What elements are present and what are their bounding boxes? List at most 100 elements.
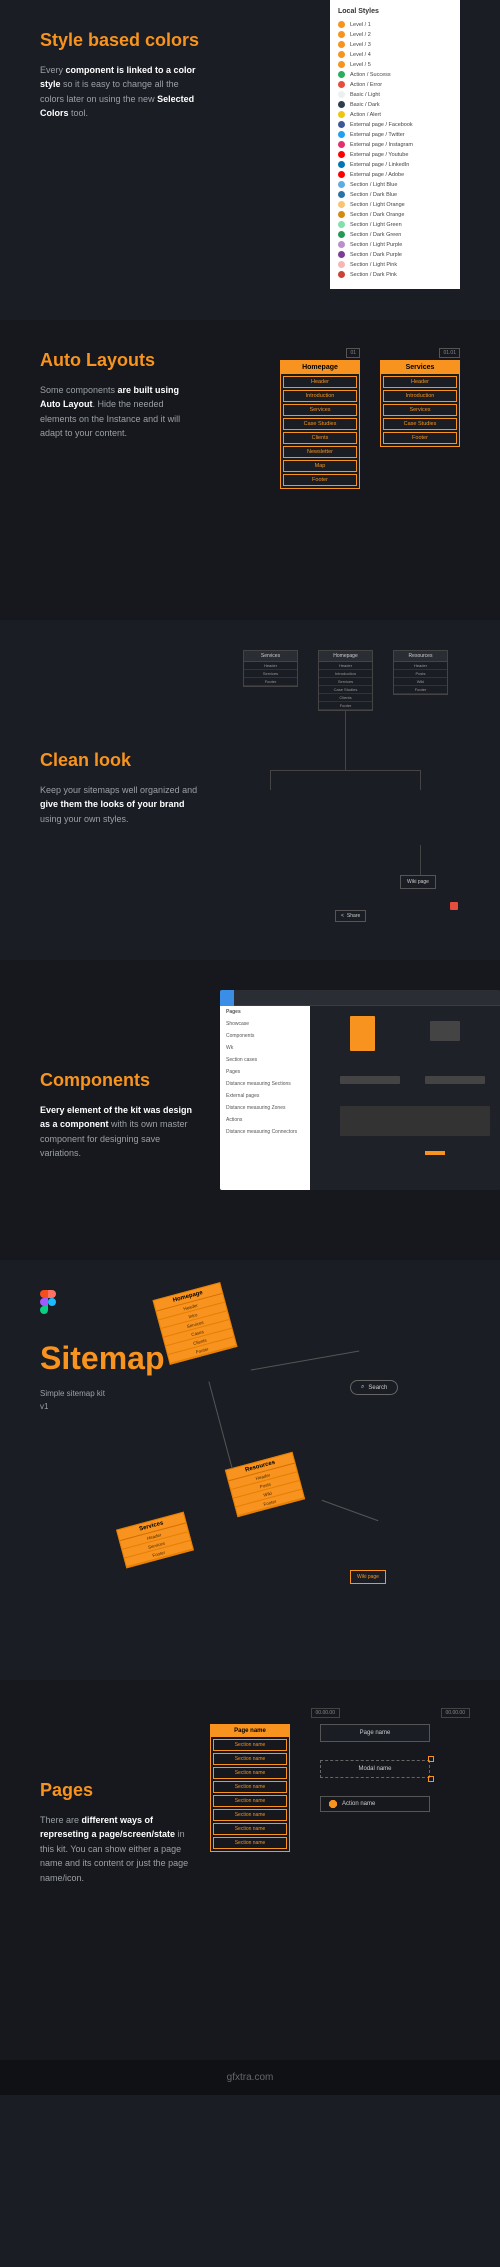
style-label: External page / LinkedIn xyxy=(350,162,409,168)
card-wrap-1: 01 Homepage HeaderIntroductionServicesCa… xyxy=(280,360,360,489)
sidebar-item[interactable]: Distance measuring Connectors xyxy=(220,1126,310,1138)
canvas-thumb xyxy=(430,1021,460,1041)
card-wrap-2: 01.01 Services HeaderIntroductionService… xyxy=(380,360,460,489)
resize-handle-icon[interactable] xyxy=(428,1776,434,1782)
time-badge: 00.00.00 xyxy=(441,1708,470,1718)
style-row[interactable]: Section / Dark Orange xyxy=(338,211,452,218)
figma-screenshot: Pages ShowcaseComponentsWkSection casesP… xyxy=(220,990,500,1190)
section-sitemap: Sitemap Simple sitemap kit v1 Homepage H… xyxy=(0,1260,500,1680)
card-row: Section name xyxy=(213,1781,287,1793)
sidebar-item[interactable]: Actions xyxy=(220,1114,310,1126)
color-swatch-icon xyxy=(338,31,345,38)
resize-handle-icon[interactable] xyxy=(428,1756,434,1762)
action-name-row: Action name xyxy=(320,1796,430,1812)
style-row[interactable]: Section / Dark Blue xyxy=(338,191,452,198)
error-badge-icon xyxy=(450,902,458,910)
card-row: Newsletter xyxy=(283,446,357,458)
sidebar-item[interactable]: Wk xyxy=(220,1042,310,1054)
style-row[interactable]: Section / Light Green xyxy=(338,221,452,228)
style-label: External page / Instagram xyxy=(350,142,413,148)
node-services: Services HeaderServicesFooter xyxy=(116,1512,194,1569)
color-swatch-icon xyxy=(338,251,345,258)
page-card: Page name Section nameSection nameSectio… xyxy=(210,1724,290,1852)
color-swatch-icon xyxy=(338,211,345,218)
auto-cards: 01 Homepage HeaderIntroductionServicesCa… xyxy=(280,360,460,489)
connector-line xyxy=(270,770,271,790)
connector-line xyxy=(420,770,421,790)
style-row[interactable]: Level / 5 xyxy=(338,61,452,68)
style-row[interactable]: Section / Light Orange xyxy=(338,201,452,208)
sidebar-item[interactable]: Section cases xyxy=(220,1054,310,1066)
style-row[interactable]: Level / 3 xyxy=(338,41,452,48)
connector-line xyxy=(322,1500,379,1521)
body-clean: Keep your sitemaps well organized and gi… xyxy=(40,783,200,826)
color-swatch-icon xyxy=(338,271,345,278)
style-row[interactable]: Level / 1 xyxy=(338,21,452,28)
card-row: Header xyxy=(319,662,372,670)
color-swatch-icon xyxy=(338,101,345,108)
card-row: Section name xyxy=(213,1837,287,1849)
card-row: Services xyxy=(283,404,357,416)
card-row: Header xyxy=(383,376,457,388)
style-label: Level / 5 xyxy=(350,62,371,68)
page-name-box: Page name xyxy=(320,1724,430,1742)
node-homepage: Homepage HeaderIntroServicesCasesClients… xyxy=(153,1282,238,1365)
local-styles-panel: Local Styles Level / 1Level / 2Level / 3… xyxy=(330,0,460,289)
sidebar-item[interactable]: Pages xyxy=(220,1066,310,1078)
style-row[interactable]: Action / Alert xyxy=(338,111,452,118)
style-row[interactable]: Section / Light Pink xyxy=(338,261,452,268)
modal-name-box: Modal name xyxy=(320,1760,430,1778)
action-icon xyxy=(329,1800,337,1808)
style-label: Level / 2 xyxy=(350,32,371,38)
pages-diagram: 00.00.00 00.00.00 Page name Section name… xyxy=(210,1710,470,1852)
figma-canvas xyxy=(310,1006,500,1190)
style-label: Level / 4 xyxy=(350,52,371,58)
style-row[interactable]: Level / 4 xyxy=(338,51,452,58)
style-row[interactable]: External page / LinkedIn xyxy=(338,161,452,168)
style-row[interactable]: Section / Dark Green xyxy=(338,231,452,238)
card-row: Header xyxy=(394,662,447,670)
style-row[interactable]: Section / Light Purple xyxy=(338,241,452,248)
style-row[interactable]: External page / Facebook xyxy=(338,121,452,128)
style-row[interactable]: Section / Light Blue xyxy=(338,181,452,188)
style-row[interactable]: External page / Adobe xyxy=(338,171,452,178)
card-row: Introduction xyxy=(383,390,457,402)
color-swatch-icon xyxy=(338,161,345,168)
card-row: Case Studies xyxy=(319,686,372,694)
sidebar-item[interactable]: Distance measuring Zones xyxy=(220,1102,310,1114)
style-row[interactable]: External page / Youtube xyxy=(338,151,452,158)
node-wiki: Wiki page xyxy=(350,1570,386,1584)
sidebar-item[interactable]: Distance measuring Sections xyxy=(220,1078,310,1090)
style-row[interactable]: Section / Dark Purple xyxy=(338,251,452,258)
search-node[interactable]: ⌕ Search xyxy=(350,1380,398,1395)
style-row[interactable]: Action / Error xyxy=(338,81,452,88)
card-row: Footer xyxy=(319,702,372,710)
card-row: Introduction xyxy=(319,670,372,678)
color-swatch-icon xyxy=(338,151,345,158)
color-swatch-icon xyxy=(338,201,345,208)
style-row[interactable]: External page / Twitter xyxy=(338,131,452,138)
style-row[interactable]: Level / 2 xyxy=(338,31,452,38)
sidebar-item[interactable]: Components xyxy=(220,1030,310,1042)
figma-menu-icon[interactable] xyxy=(220,990,234,1006)
share-button[interactable]: < Share xyxy=(335,910,366,922)
style-label: External page / Facebook xyxy=(350,122,413,128)
style-row[interactable]: Basic / Light xyxy=(338,91,452,98)
style-row[interactable]: External page / Instagram xyxy=(338,141,452,148)
connector-line xyxy=(345,710,346,770)
style-row[interactable]: Action / Success xyxy=(338,71,452,78)
sidebar-item[interactable]: External pages xyxy=(220,1090,310,1102)
section-pages: Pages There are different ways of repres… xyxy=(0,1680,500,2060)
style-label: Action / Alert xyxy=(350,112,381,118)
style-label: Section / Dark Pink xyxy=(350,272,397,278)
sidebar-item[interactable]: Showcase xyxy=(220,1018,310,1030)
color-swatch-icon xyxy=(338,91,345,98)
search-icon: ⌕ xyxy=(361,1384,364,1391)
card-row: Posts xyxy=(394,670,447,678)
card-row: Case Studies xyxy=(283,418,357,430)
figma-topbar xyxy=(220,990,500,1006)
style-row[interactable]: Section / Dark Pink xyxy=(338,271,452,278)
style-row[interactable]: Basic / Dark xyxy=(338,101,452,108)
section-clean: Clean look Keep your sitemaps well organ… xyxy=(0,620,500,960)
body-auto: Some components are built using Auto Lay… xyxy=(40,383,200,441)
